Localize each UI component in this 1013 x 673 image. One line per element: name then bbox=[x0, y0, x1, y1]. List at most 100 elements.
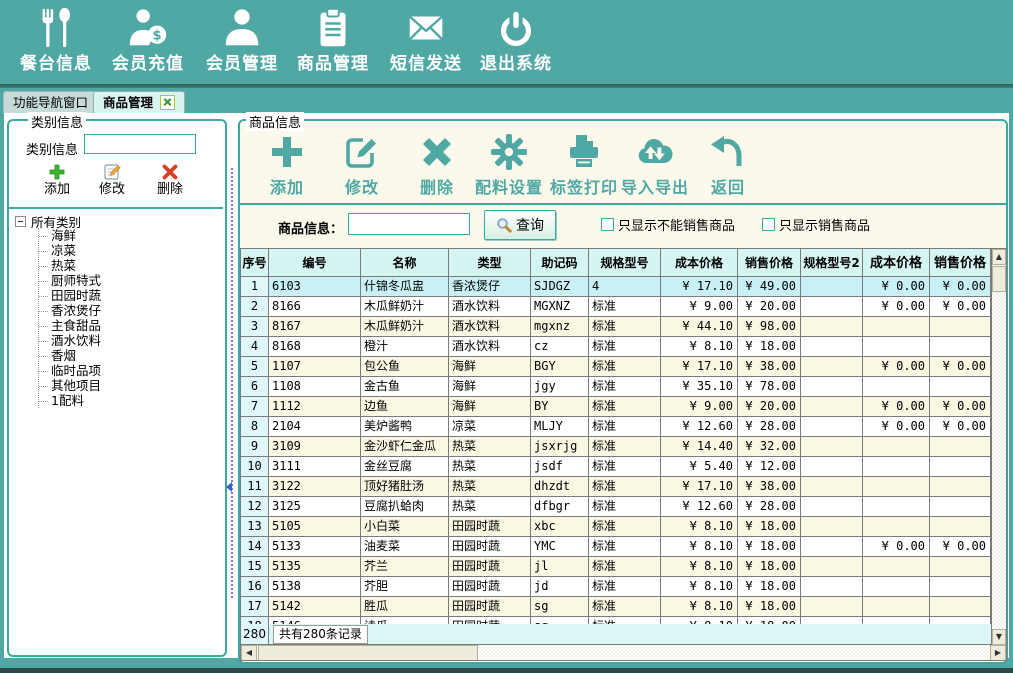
tree-item[interactable]: 海鲜 bbox=[39, 228, 101, 243]
tree-item[interactable]: 热菜 bbox=[39, 258, 101, 273]
import-export-button[interactable]: 导入导出 bbox=[619, 132, 691, 200]
table-row[interactable]: 48168橙汁酒水饮料cz标准¥ 8.10¥ 18.00 bbox=[241, 337, 1006, 357]
table-cell: 海鲜 bbox=[449, 397, 531, 417]
table-cell bbox=[863, 377, 930, 397]
tree-item[interactable]: 田园时蔬 bbox=[39, 288, 101, 303]
horizontal-scroll-track[interactable] bbox=[478, 645, 990, 661]
toolbar-item-sms[interactable]: 短信发送 bbox=[380, 4, 472, 82]
plus-icon bbox=[267, 132, 307, 172]
horizontal-scrollbar[interactable]: ◀ ▶ bbox=[241, 645, 1006, 661]
horizontal-scroll-thumb[interactable] bbox=[258, 645, 478, 661]
table-row[interactable]: 61108金古鱼海鲜jgy标准¥ 35.10¥ 78.00 bbox=[241, 377, 1006, 397]
table-row[interactable]: 28166木瓜鲜奶汁酒水饮料MGXNZ标准¥ 9.00¥ 20.00¥ 0.00… bbox=[241, 297, 1006, 317]
checkbox-not-for-sale[interactable]: 只显示不能销售商品 bbox=[601, 215, 735, 234]
column-header[interactable]: 助记码 bbox=[531, 249, 589, 277]
table-row[interactable]: 135105小白菜田园时蔬xbc标准¥ 8.10¥ 18.00 bbox=[241, 517, 1006, 537]
column-header[interactable]: 成本价格 bbox=[661, 249, 738, 277]
table-row[interactable]: 185146诗瓜田园时蔬sg标准¥ 8.10¥ 18.00 bbox=[241, 617, 1006, 624]
toolbar-item-product-manage[interactable]: 商品管理 bbox=[287, 4, 379, 82]
table-row[interactable]: 93109金沙虾仁金瓜热菜jsxrjg标准¥ 14.40¥ 32.00 bbox=[241, 437, 1006, 457]
column-header[interactable]: 规格型号2 bbox=[801, 249, 863, 277]
ingredient-settings-button[interactable]: 配料设置 bbox=[473, 132, 545, 200]
category-input[interactable] bbox=[84, 134, 196, 154]
tree-item[interactable]: 主食甜品 bbox=[39, 318, 101, 333]
product-add-button[interactable]: 添加 bbox=[262, 132, 312, 200]
table-row[interactable]: 175142胜瓜田园时蔬sg标准¥ 8.10¥ 18.00 bbox=[241, 597, 1006, 617]
table-row[interactable]: 155135芥兰田园时蔬jl标准¥ 8.10¥ 18.00 bbox=[241, 557, 1006, 577]
close-icon[interactable] bbox=[160, 95, 175, 110]
window-border-right bbox=[1009, 113, 1013, 668]
toolbar-item-label: 会员充值 bbox=[102, 51, 194, 77]
column-header[interactable]: 成本价格 bbox=[863, 249, 930, 277]
toolbar-item-exit[interactable]: 退出系统 bbox=[470, 4, 562, 82]
scroll-up-icon[interactable]: ▲ bbox=[992, 249, 1006, 265]
tree-item[interactable]: 其他项目 bbox=[39, 378, 101, 393]
scroll-down-icon[interactable]: ▼ bbox=[992, 629, 1006, 645]
column-header[interactable]: 序号 bbox=[241, 249, 269, 277]
splitter-collapse-arrow[interactable] bbox=[226, 482, 232, 492]
scroll-right-icon[interactable]: ▶ bbox=[990, 645, 1006, 661]
column-header[interactable]: 销售价格 bbox=[930, 249, 991, 277]
column-header[interactable]: 编号 bbox=[269, 249, 361, 277]
row-number-cell: 18 bbox=[241, 617, 269, 624]
table-row[interactable]: 123125豆腐扒蛤肉热菜dfbgr标准¥ 12.60¥ 28.00 bbox=[241, 497, 1006, 517]
back-button[interactable]: 返回 bbox=[703, 132, 753, 200]
table-cell: dfbgr bbox=[531, 497, 589, 517]
row-number-cell: 6 bbox=[241, 377, 269, 397]
column-header[interactable]: 规格型号 bbox=[589, 249, 661, 277]
checkbox-for-sale[interactable]: 只显示销售商品 bbox=[762, 215, 870, 234]
column-header[interactable]: 类型 bbox=[449, 249, 531, 277]
label-print-button[interactable]: 标签打印 bbox=[548, 132, 620, 200]
toolbar-item-member-recharge[interactable]: $ 会员充值 bbox=[102, 4, 194, 82]
column-header[interactable]: 销售价格 bbox=[738, 249, 801, 277]
table-row[interactable]: 51107包公鱼海鲜BGY标准¥ 17.10¥ 38.00¥ 0.00¥ 0.0… bbox=[241, 357, 1006, 377]
category-edit-button[interactable]: 修改 bbox=[85, 163, 139, 203]
tree-item[interactable]: 1配料 bbox=[39, 393, 101, 408]
product-edit-button[interactable]: 修改 bbox=[337, 132, 387, 200]
toolbar-item-table-info[interactable]: 餐台信息 bbox=[10, 4, 102, 82]
table-cell: 香浓煲仔 bbox=[449, 277, 531, 297]
query-button[interactable]: 查询 bbox=[484, 210, 556, 240]
table-row[interactable]: 145133油麦菜田园时蔬YMC标准¥ 8.10¥ 18.00¥ 0.00¥ 0… bbox=[241, 537, 1006, 557]
tree-item[interactable]: 临时品项 bbox=[39, 363, 101, 378]
tree-item[interactable]: 香浓煲仔 bbox=[39, 303, 101, 318]
tab-product-manage[interactable]: 商品管理 bbox=[93, 91, 185, 113]
category-add-button[interactable]: 添加 bbox=[30, 163, 84, 203]
table-cell bbox=[930, 337, 991, 357]
table-row[interactable]: 165138芥胆田园时蔬jd标准¥ 8.10¥ 18.00 bbox=[241, 577, 1006, 597]
product-panel-title: 商品信息 bbox=[246, 112, 304, 131]
table-row[interactable]: 103111金丝豆腐热菜jsdf标准¥ 5.40¥ 12.00 bbox=[241, 457, 1006, 477]
vertical-scrollbar[interactable]: ▲ ▼ bbox=[991, 249, 1006, 645]
button-label: 返回 bbox=[703, 174, 753, 198]
tree-item[interactable]: 香烟 bbox=[39, 348, 101, 363]
checkbox-icon[interactable] bbox=[762, 218, 775, 231]
tree-item[interactable]: 凉菜 bbox=[39, 243, 101, 258]
category-tree: 海鲜凉菜热菜厨师特式田园时蔬香浓煲仔主食甜品酒水饮料香烟临时品项其他项目1配料 bbox=[38, 228, 101, 408]
table-row[interactable]: 71112边鱼海鲜BY标准¥ 9.00¥ 20.00¥ 0.00¥ 0.00 bbox=[241, 397, 1006, 417]
product-delete-button[interactable]: 删除 bbox=[412, 132, 462, 200]
scroll-left-icon[interactable]: ◀ bbox=[241, 645, 257, 661]
column-header[interactable]: 名称 bbox=[361, 249, 449, 277]
table-cell bbox=[801, 297, 863, 317]
table-row[interactable]: 38167木瓜鲜奶汁酒水饮料mgxnz标准¥ 44.10¥ 98.00 bbox=[241, 317, 1006, 337]
table-cell: 田园时蔬 bbox=[449, 577, 531, 597]
table-cell: 海鲜 bbox=[449, 357, 531, 377]
vertical-scroll-thumb[interactable] bbox=[992, 266, 1006, 292]
toolbar-item-member-manage[interactable]: 会员管理 bbox=[196, 4, 288, 82]
category-delete-button[interactable]: 删除 bbox=[143, 163, 197, 203]
search-input[interactable] bbox=[348, 213, 470, 235]
row-number-cell: 14 bbox=[241, 537, 269, 557]
collapse-icon[interactable] bbox=[15, 216, 26, 227]
table-cell: ¥ 49.00 bbox=[738, 277, 801, 297]
search-divider bbox=[240, 203, 1006, 205]
table-cell: 5135 bbox=[269, 557, 361, 577]
toolbar-item-label: 会员管理 bbox=[196, 51, 288, 77]
table-row[interactable]: 16103什锦冬瓜盅香浓煲仔SJDGZ4¥ 17.10¥ 49.00¥ 0.00… bbox=[241, 277, 1006, 297]
tree-item[interactable]: 酒水饮料 bbox=[39, 333, 101, 348]
tree-item[interactable]: 厨师特式 bbox=[39, 273, 101, 288]
splitter[interactable] bbox=[231, 168, 233, 598]
table-row[interactable]: 113122顶好猪肚汤热菜dhzdt标准¥ 17.10¥ 38.00 bbox=[241, 477, 1006, 497]
tab-nav-window[interactable]: 功能导航窗口 bbox=[3, 91, 98, 113]
checkbox-icon[interactable] bbox=[601, 218, 614, 231]
table-row[interactable]: 82104美炉酱鸭凉菜MLJY标准¥ 12.60¥ 28.00¥ 0.00¥ 0… bbox=[241, 417, 1006, 437]
